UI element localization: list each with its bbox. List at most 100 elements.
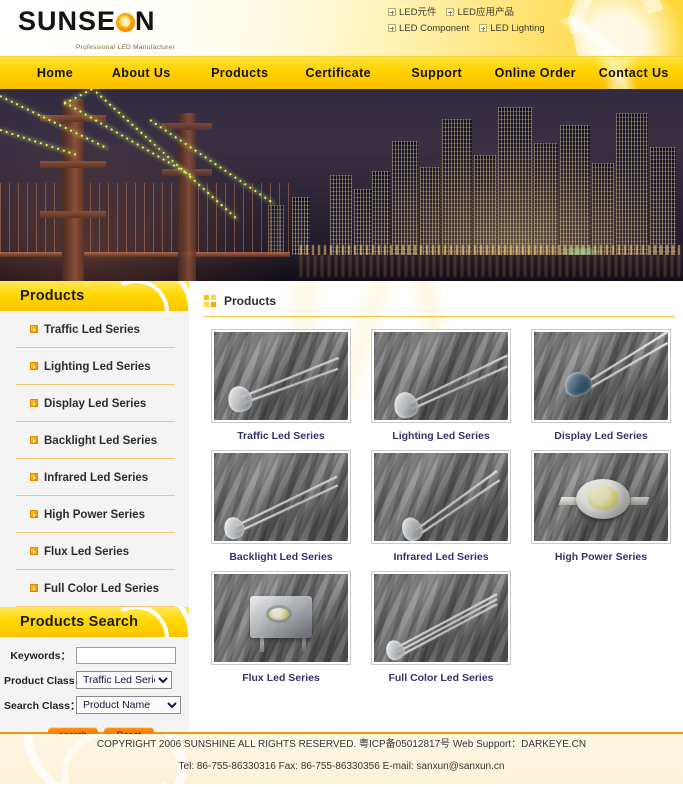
product-card-backlight-led-series[interactable]: Backlight Led Series: [204, 450, 358, 563]
arrow-bullet-icon: [30, 436, 38, 444]
sidebar-item-display-led-series[interactable]: Display Led Series: [16, 385, 175, 422]
product-card-display-led-series[interactable]: Display Led Series: [524, 329, 678, 442]
site-footer: COPYRIGHT 2006 SUNSHINE ALL RIGHTS RESER…: [0, 734, 683, 784]
sidebar-link-lighting-led-series[interactable]: Lighting Led Series: [44, 361, 151, 373]
breadcrumb: Products: [190, 281, 683, 308]
sidebar-products-header: Products: [0, 281, 189, 311]
sidebar-item-backlight-led-series[interactable]: Backlight Led Series: [16, 422, 175, 459]
header-quick-links-row-1: LED元件 LED应用产品: [388, 5, 618, 21]
product-card-high-power-series[interactable]: High Power Series: [524, 450, 678, 563]
nav-item-products[interactable]: Products: [191, 64, 290, 82]
product-card-lighting-led-series[interactable]: Lighting Led Series: [364, 329, 518, 442]
sidebar-link-backlight-led-series[interactable]: Backlight Led Series: [44, 435, 157, 447]
logo-wordmark: SUNSE N: [18, 8, 188, 35]
header-quick-links: LED元件 LED应用产品 LED Component LED Lighting: [388, 5, 618, 37]
arrow-bullet-icon: [30, 399, 38, 407]
product-thumbnail[interactable]: [371, 571, 511, 665]
product-caption: Traffic Led Series: [237, 430, 325, 442]
nav-link-online-order[interactable]: Online Order: [495, 66, 576, 80]
product-caption: High Power Series: [554, 551, 648, 563]
page-title: Products: [224, 294, 277, 308]
product-photo-backlight-led: [214, 453, 348, 541]
nav-item-contact-us[interactable]: Contact Us: [585, 64, 683, 82]
sidebar-item-high-power-series[interactable]: High Power Series: [16, 496, 175, 533]
footer-copyright: COPYRIGHT 2006 SUNSHINE ALL RIGHTS RESER…: [96, 739, 587, 750]
product-thumbnail[interactable]: [211, 450, 351, 544]
bullet-square-icon: [479, 24, 488, 32]
sidebar-item-flux-led-series[interactable]: Flux Led Series: [16, 533, 175, 570]
product-class-row: Product Class： Traffic Led Series: [4, 671, 181, 689]
product-grid: Traffic Led Series Lighting Led Series D…: [190, 317, 683, 692]
nav-item-certificate[interactable]: Certificate: [289, 64, 388, 82]
product-thumbnail[interactable]: [531, 329, 671, 423]
product-class-select[interactable]: Traffic Led Series: [76, 671, 172, 689]
sidebar: Products Traffic Led Series Lighting Led…: [0, 281, 190, 743]
product-photo-lighting-led: [374, 332, 508, 420]
arrow-bullet-icon: [30, 362, 38, 370]
search-class-select[interactable]: Product Name: [76, 696, 181, 714]
top-link-led-lighting[interactable]: LED Lighting: [490, 23, 544, 34]
site-logo[interactable]: SUNSE N Professional LED Manufacturer: [18, 8, 188, 52]
footer-contact: Tel: 86-755-86330316 Fax: 86-755-8633035…: [178, 761, 505, 772]
top-link-led-yuanjian[interactable]: LED元件: [399, 7, 436, 18]
product-card-full-color-led-series[interactable]: Full Color Led Series: [364, 571, 518, 684]
top-link-led-yingyong[interactable]: LED应用产品: [457, 7, 513, 18]
arrow-bullet-icon: [30, 547, 38, 555]
main-content: Products Traffic Led Series Lighting Led…: [190, 281, 683, 732]
nav-item-online-order[interactable]: Online Order: [486, 64, 585, 82]
product-caption: Full Color Led Series: [388, 672, 494, 684]
arrow-bullet-icon: [30, 325, 38, 333]
bullet-square-icon: [446, 8, 455, 16]
sidebar-link-high-power-series[interactable]: High Power Series: [44, 509, 145, 521]
product-card-infrared-led-series[interactable]: Infrared Led Series: [364, 450, 518, 563]
logo-tagline: Professional LED Manufacturer: [76, 44, 176, 51]
sidebar-link-traffic-led-series[interactable]: Traffic Led Series: [44, 324, 140, 336]
product-photo-infrared-led: [374, 453, 508, 541]
banner-bridge: [0, 89, 300, 281]
sun-icon: [116, 13, 136, 32]
sidebar-item-traffic-led-series[interactable]: Traffic Led Series: [16, 311, 175, 348]
sidebar-link-infrared-led-series[interactable]: Infrared Led Series: [44, 472, 148, 484]
product-thumbnail[interactable]: [371, 329, 511, 423]
nav-link-home[interactable]: Home: [37, 66, 73, 80]
keywords-label: Keywords：: [10, 650, 71, 662]
arrow-bullet-icon: [30, 473, 38, 481]
product-card-traffic-led-series[interactable]: Traffic Led Series: [204, 329, 358, 442]
product-thumbnail[interactable]: [211, 329, 351, 423]
search-class-label: Search Class：: [4, 699, 81, 712]
product-class-label: Product Class：: [4, 674, 86, 687]
product-caption: Infrared Led Series: [393, 551, 489, 563]
product-photo-full-color-led: [374, 574, 508, 662]
nav-item-support[interactable]: Support: [388, 64, 487, 82]
sidebar-item-lighting-led-series[interactable]: Lighting Led Series: [16, 348, 175, 385]
nav-link-products[interactable]: Products: [211, 66, 268, 80]
keywords-row: Keywords：: [4, 647, 181, 664]
product-card-flux-led-series[interactable]: Flux Led Series: [204, 571, 358, 684]
bullet-square-icon: [388, 8, 396, 16]
nav-item-home[interactable]: Home: [18, 64, 92, 82]
sidebar-item-full-color-led-series[interactable]: Full Color Led Series: [16, 570, 175, 607]
sidebar-link-display-led-series[interactable]: Display Led Series: [44, 398, 146, 410]
product-thumbnail[interactable]: [211, 571, 351, 665]
search-class-row: Search Class： Product Name: [4, 696, 181, 714]
product-photo-traffic-led: [214, 332, 348, 420]
product-caption: Backlight Led Series: [229, 551, 333, 563]
top-link-led-component[interactable]: LED Component: [399, 23, 469, 34]
sidebar-link-full-color-led-series[interactable]: Full Color Led Series: [44, 583, 159, 595]
sidebar-item-infrared-led-series[interactable]: Infrared Led Series: [16, 459, 175, 496]
product-photo-high-power: [534, 453, 668, 541]
product-thumbnail[interactable]: [371, 450, 511, 544]
nav-link-contact-us[interactable]: Contact Us: [599, 66, 669, 80]
product-photo-display-led: [534, 332, 668, 420]
sidebar-products-list: Traffic Led Series Lighting Led Series D…: [0, 311, 189, 607]
product-caption: Display Led Series: [554, 430, 648, 442]
product-thumbnail[interactable]: [531, 450, 671, 544]
main-navigation: Home About Us Products Certificate Suppo…: [0, 56, 683, 89]
nav-link-about-us[interactable]: About Us: [112, 66, 171, 80]
nav-link-support[interactable]: Support: [411, 66, 462, 80]
nav-link-certificate[interactable]: Certificate: [305, 66, 371, 80]
sidebar-link-flux-led-series[interactable]: Flux Led Series: [44, 546, 129, 558]
search-input[interactable]: [76, 647, 176, 664]
sidebar-search-title: Products Search: [20, 614, 139, 630]
nav-item-about-us[interactable]: About Us: [92, 64, 191, 82]
